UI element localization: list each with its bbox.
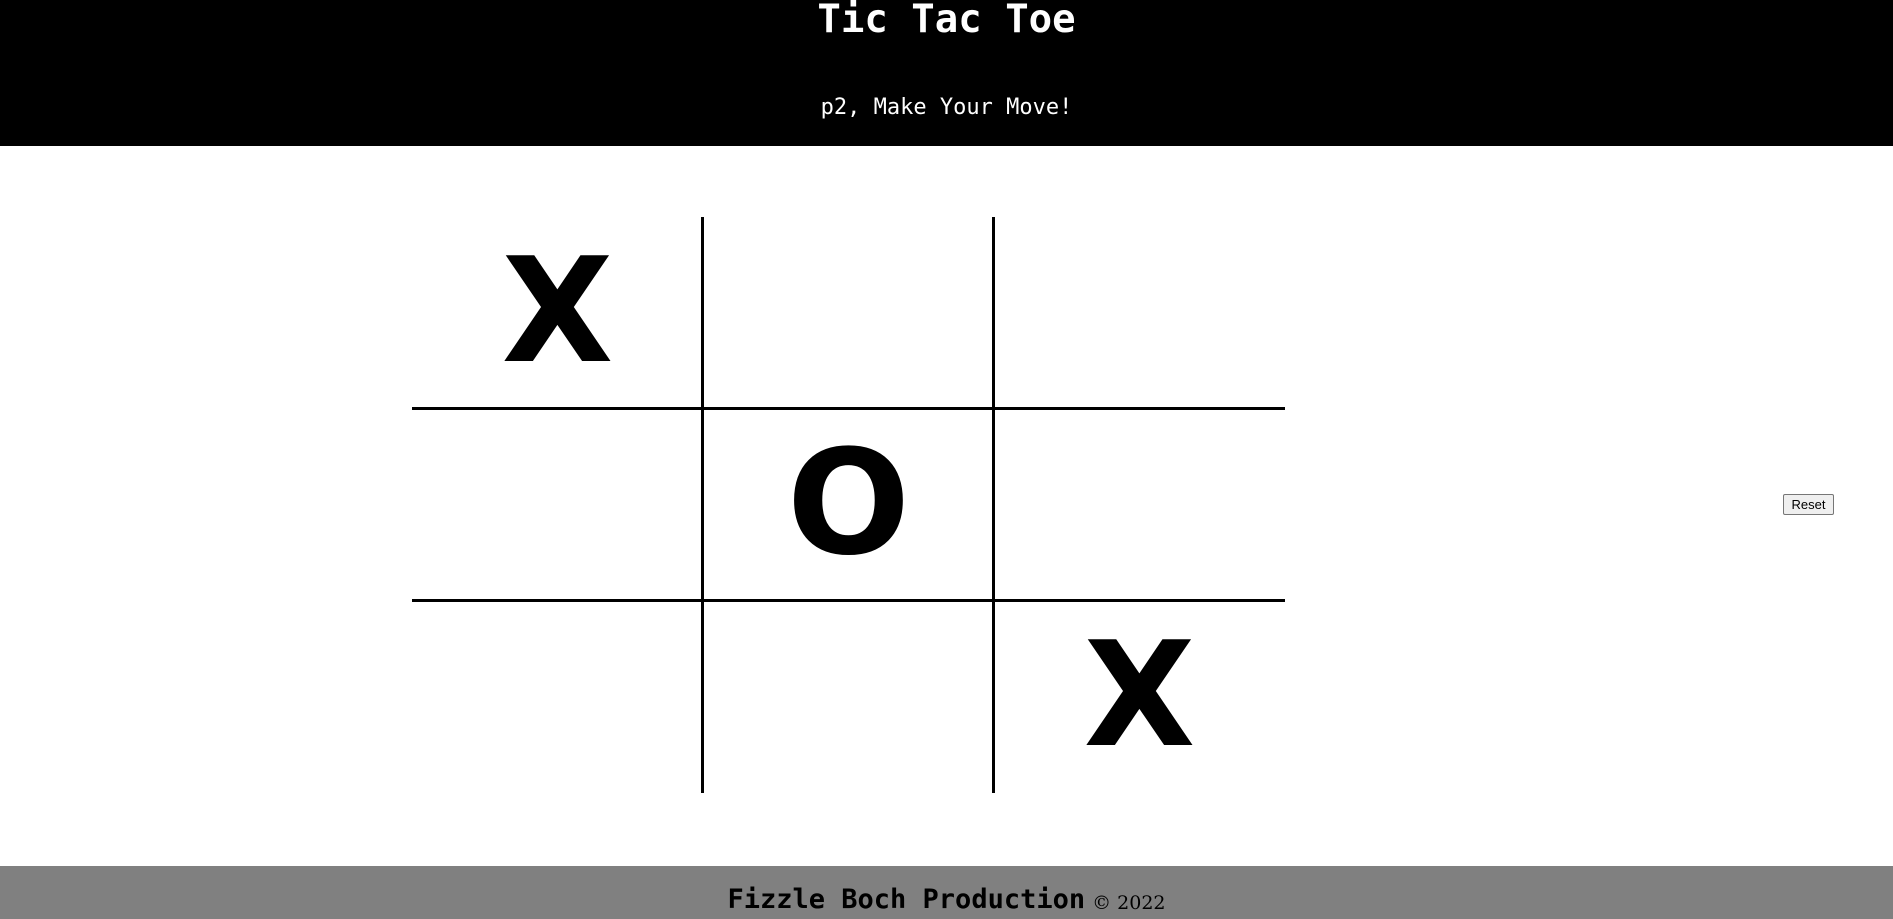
footer-credit: Fizzle Boch Production [727,884,1086,915]
cell-mark: X [1083,610,1196,780]
game-board: X O X [412,217,1285,793]
board-cell-4[interactable]: O [703,409,994,601]
board-cell-2[interactable] [994,217,1285,409]
page-title: Tic Tac Toe [817,0,1076,42]
board-cell-6[interactable] [412,601,703,793]
board-cell-5[interactable] [994,409,1285,601]
grid-line-vertical [992,217,995,793]
grid-line-vertical [701,217,704,793]
board-cell-3[interactable] [412,409,703,601]
cell-mark: X [501,226,614,396]
board-cell-1[interactable] [703,217,994,409]
cell-mark: O [786,418,911,588]
grid-line-horizontal [412,407,1285,410]
footer-copyright: © 2022 [1092,892,1166,914]
board-cell-8[interactable]: X [994,601,1285,793]
turn-status: p2, Make Your Move! [820,95,1073,120]
footer: Fizzle Boch Production © 2022 [0,866,1893,919]
page: Tic Tac Toe p2, Make Your Move! X O X Re… [0,0,1893,919]
header: Tic Tac Toe p2, Make Your Move! [0,0,1893,146]
reset-button[interactable]: Reset [1783,494,1834,515]
grid-line-horizontal [412,599,1285,602]
board-cell-0[interactable]: X [412,217,703,409]
board-cell-7[interactable] [703,601,994,793]
